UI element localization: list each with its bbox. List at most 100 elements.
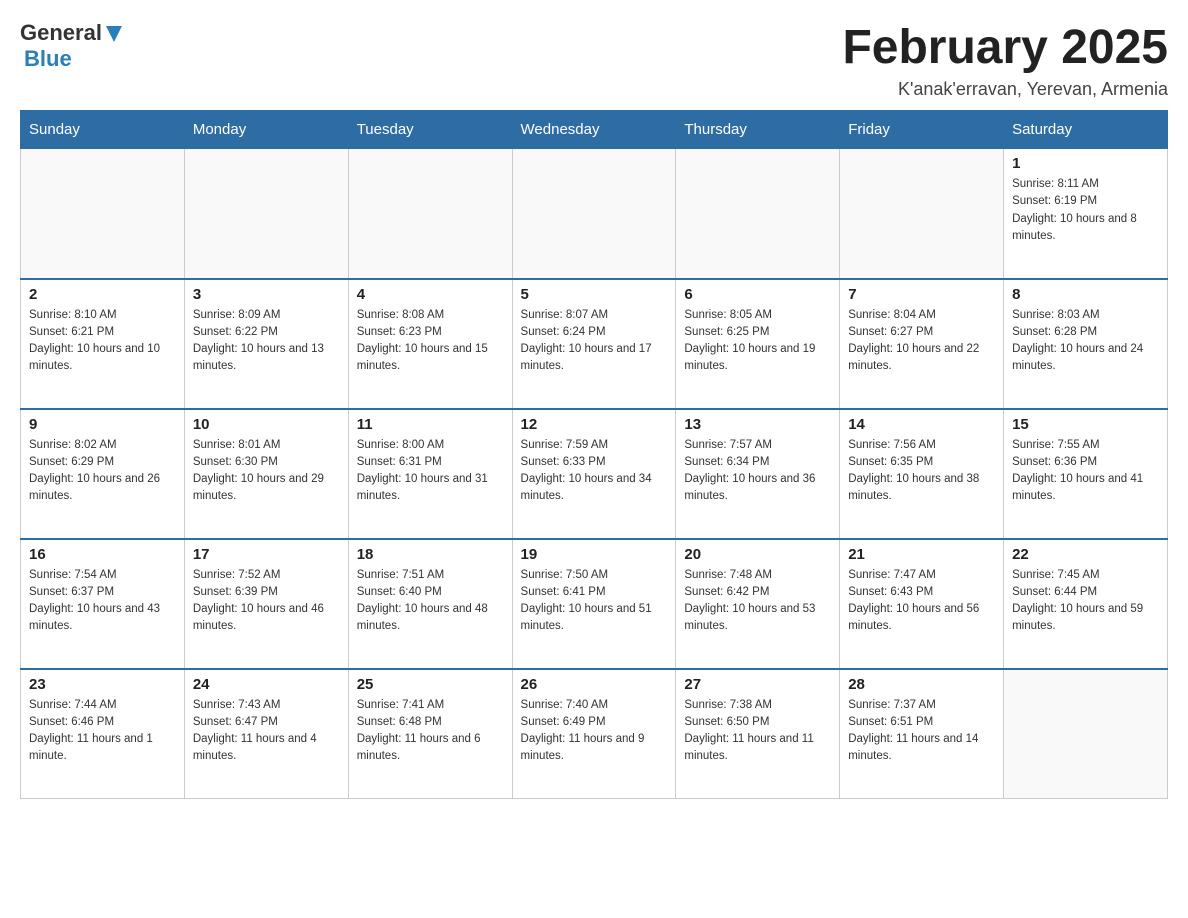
calendar-cell: 28 Sunrise: 7:37 AM Sunset: 6:51 PM Dayli… (840, 669, 1004, 799)
calendar-cell (840, 149, 1004, 279)
day-info: Sunrise: 7:54 AM Sunset: 6:37 PM Dayligh… (29, 567, 176, 636)
calendar-cell (1004, 669, 1168, 799)
day-info: Sunrise: 8:00 AM Sunset: 6:31 PM Dayligh… (357, 437, 504, 506)
day-info: Sunrise: 7:40 AM Sunset: 6:49 PM Dayligh… (521, 697, 668, 766)
calendar-cell: 1 Sunrise: 8:11 AM Sunset: 6:19 PM Daylig… (1004, 149, 1168, 279)
day-number: 27 (684, 676, 831, 693)
day-info: Sunrise: 7:38 AM Sunset: 6:50 PM Dayligh… (684, 697, 831, 766)
day-number: 9 (29, 416, 176, 433)
location-subtitle: K'anak'erravan, Yerevan, Armenia (842, 79, 1168, 100)
day-info: Sunrise: 7:37 AM Sunset: 6:51 PM Dayligh… (848, 697, 995, 766)
calendar-cell: 6Sunrise: 8:05 AM Sunset: 6:25 PM Daylig… (676, 279, 840, 409)
day-info: Sunrise: 8:07 AM Sunset: 6:24 PM Dayligh… (521, 307, 668, 376)
day-number: 17 (193, 546, 340, 563)
day-number: 23 (29, 676, 176, 693)
calendar-cell: 11 Sunrise: 8:00 AM Sunset: 6:31 PM Dayli… (348, 409, 512, 539)
calendar-week-row: 16 Sunrise: 7:54 AM Sunset: 6:37 PM Dayli… (21, 539, 1168, 669)
day-info: Sunrise: 8:11 AM Sunset: 6:19 PM Dayligh… (1012, 176, 1159, 245)
calendar-week-row: 1 Sunrise: 8:11 AM Sunset: 6:19 PM Daylig… (21, 149, 1168, 279)
calendar-cell: 25 Sunrise: 7:41 AM Sunset: 6:48 PM Dayli… (348, 669, 512, 799)
day-number: 2 (29, 286, 176, 303)
day-info: Sunrise: 8:02 AM Sunset: 6:29 PM Dayligh… (29, 437, 176, 506)
day-number: 18 (357, 546, 504, 563)
calendar-cell (676, 149, 840, 279)
day-info: Sunrise: 7:57 AM Sunset: 6:34 PM Dayligh… (684, 437, 831, 506)
day-info: Sunrise: 7:51 AM Sunset: 6:40 PM Dayligh… (357, 567, 504, 636)
day-info: Sunrise: 7:56 AM Sunset: 6:35 PM Dayligh… (848, 437, 995, 506)
calendar-table: SundayMondayTuesdayWednesdayThursdayFrid… (20, 110, 1168, 799)
day-header-wednesday: Wednesday (512, 111, 676, 149)
calendar-cell: 8 Sunrise: 8:03 AM Sunset: 6:28 PM Daylig… (1004, 279, 1168, 409)
day-number: 3 (193, 286, 340, 303)
calendar-cell: 9 Sunrise: 8:02 AM Sunset: 6:29 PM Daylig… (21, 409, 185, 539)
calendar-cell: 20Sunrise: 7:48 AM Sunset: 6:42 PM Dayli… (676, 539, 840, 669)
day-header-thursday: Thursday (676, 111, 840, 149)
day-info: Sunrise: 7:41 AM Sunset: 6:48 PM Dayligh… (357, 697, 504, 766)
day-number: 13 (684, 416, 831, 433)
day-header-friday: Friday (840, 111, 1004, 149)
day-number: 21 (848, 546, 995, 563)
calendar-cell: 13 Sunrise: 7:57 AM Sunset: 6:34 PM Dayli… (676, 409, 840, 539)
day-number: 25 (357, 676, 504, 693)
day-header-sunday: Sunday (21, 111, 185, 149)
day-number: 8 (1012, 286, 1159, 303)
day-header-saturday: Saturday (1004, 111, 1168, 149)
day-number: 12 (521, 416, 668, 433)
day-info: Sunrise: 8:01 AM Sunset: 6:30 PM Dayligh… (193, 437, 340, 506)
calendar-cell (21, 149, 185, 279)
day-number: 22 (1012, 546, 1159, 563)
day-number: 24 (193, 676, 340, 693)
day-info: Sunrise: 8:03 AM Sunset: 6:28 PM Dayligh… (1012, 307, 1159, 376)
calendar-cell: 17 Sunrise: 7:52 AM Sunset: 6:39 PM Dayli… (184, 539, 348, 669)
day-number: 1 (1012, 155, 1159, 172)
calendar-cell: 2 Sunrise: 8:10 AM Sunset: 6:21 PM Daylig… (21, 279, 185, 409)
calendar-cell: 23Sunrise: 7:44 AM Sunset: 6:46 PM Dayli… (21, 669, 185, 799)
calendar-cell: 22 Sunrise: 7:45 AM Sunset: 6:44 PM Dayli… (1004, 539, 1168, 669)
day-number: 20 (684, 546, 831, 563)
day-info: Sunrise: 8:04 AM Sunset: 6:27 PM Dayligh… (848, 307, 995, 376)
day-number: 28 (848, 676, 995, 693)
day-number: 11 (357, 416, 504, 433)
day-info: Sunrise: 7:59 AM Sunset: 6:33 PM Dayligh… (521, 437, 668, 506)
calendar-cell (184, 149, 348, 279)
calendar-cell: 19Sunrise: 7:50 AM Sunset: 6:41 PM Dayli… (512, 539, 676, 669)
logo-triangle-icon (104, 24, 124, 44)
title-area: February 2025 K'anak'erravan, Yerevan, A… (842, 20, 1168, 100)
logo-general-text: General (20, 20, 102, 46)
day-number: 16 (29, 546, 176, 563)
calendar-cell (512, 149, 676, 279)
day-header-tuesday: Tuesday (348, 111, 512, 149)
calendar-cell: 5 Sunrise: 8:07 AM Sunset: 6:24 PM Daylig… (512, 279, 676, 409)
day-number: 4 (357, 286, 504, 303)
day-number: 7 (848, 286, 995, 303)
calendar-cell (348, 149, 512, 279)
calendar-cell: 10Sunrise: 8:01 AM Sunset: 6:30 PM Dayli… (184, 409, 348, 539)
calendar-cell: 27 Sunrise: 7:38 AM Sunset: 6:50 PM Dayli… (676, 669, 840, 799)
calendar-cell: 14 Sunrise: 7:56 AM Sunset: 6:35 PM Dayli… (840, 409, 1004, 539)
day-info: Sunrise: 8:09 AM Sunset: 6:22 PM Dayligh… (193, 307, 340, 376)
calendar-cell: 26Sunrise: 7:40 AM Sunset: 6:49 PM Dayli… (512, 669, 676, 799)
day-number: 5 (521, 286, 668, 303)
day-info: Sunrise: 7:45 AM Sunset: 6:44 PM Dayligh… (1012, 567, 1159, 636)
calendar-cell: 7 Sunrise: 8:04 AM Sunset: 6:27 PM Daylig… (840, 279, 1004, 409)
calendar-cell: 18 Sunrise: 7:51 AM Sunset: 6:40 PM Dayli… (348, 539, 512, 669)
calendar-cell: 15 Sunrise: 7:55 AM Sunset: 6:36 PM Dayli… (1004, 409, 1168, 539)
day-number: 6 (684, 286, 831, 303)
calendar-cell: 4 Sunrise: 8:08 AM Sunset: 6:23 PM Daylig… (348, 279, 512, 409)
day-number: 15 (1012, 416, 1159, 433)
calendar-cell: 12 Sunrise: 7:59 AM Sunset: 6:33 PM Dayli… (512, 409, 676, 539)
day-info: Sunrise: 7:52 AM Sunset: 6:39 PM Dayligh… (193, 567, 340, 636)
calendar-week-row: 23Sunrise: 7:44 AM Sunset: 6:46 PM Dayli… (21, 669, 1168, 799)
day-info: Sunrise: 8:08 AM Sunset: 6:23 PM Dayligh… (357, 307, 504, 376)
day-number: 14 (848, 416, 995, 433)
day-info: Sunrise: 7:55 AM Sunset: 6:36 PM Dayligh… (1012, 437, 1159, 506)
day-header-monday: Monday (184, 111, 348, 149)
calendar-cell: 24Sunrise: 7:43 AM Sunset: 6:47 PM Dayli… (184, 669, 348, 799)
month-title: February 2025 (842, 20, 1168, 75)
day-info: Sunrise: 7:50 AM Sunset: 6:41 PM Dayligh… (521, 567, 668, 636)
day-info: Sunrise: 8:10 AM Sunset: 6:21 PM Dayligh… (29, 307, 176, 376)
page-header: General Blue February 2025 K'anak'errava… (20, 20, 1168, 100)
calendar-cell: 3 Sunrise: 8:09 AM Sunset: 6:22 PM Daylig… (184, 279, 348, 409)
calendar-cell: 21Sunrise: 7:47 AM Sunset: 6:43 PM Dayli… (840, 539, 1004, 669)
logo-blue-text: Blue (24, 46, 72, 71)
